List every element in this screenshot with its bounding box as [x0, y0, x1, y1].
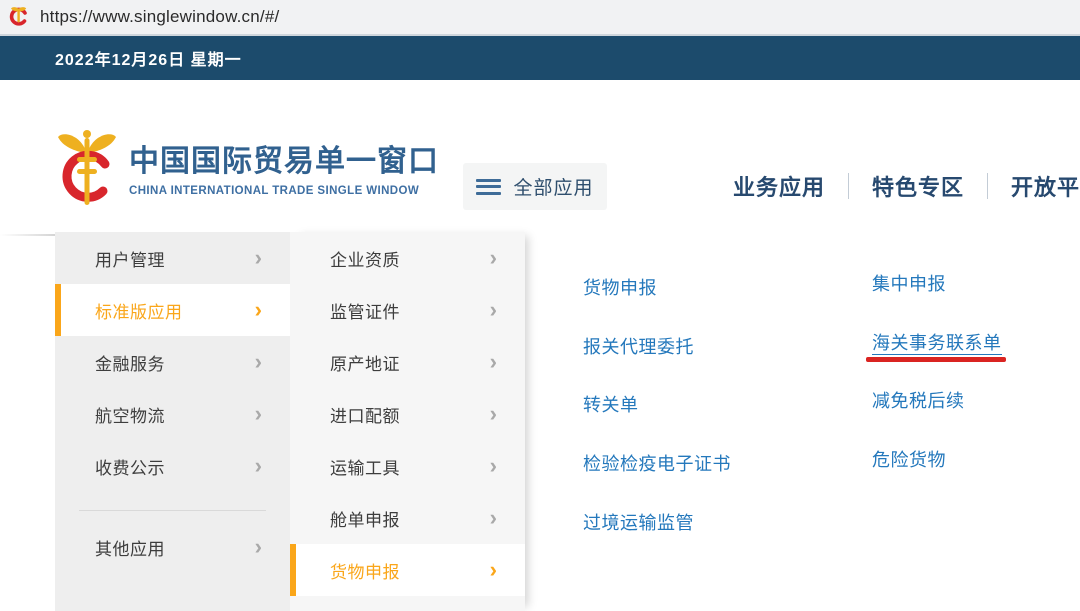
menu-level2-panel: 企业资质 › 监管证件 › 原产地证 › 进口配额 › 运输工具 › 舱单申报 …: [290, 232, 525, 611]
chevron-right-icon: ›: [490, 507, 497, 529]
hamburger-icon: [476, 175, 501, 198]
link-item: 集中申报: [872, 272, 1002, 296]
menu-item-transport-vehicles[interactable]: 运输工具 ›: [290, 440, 525, 492]
chevron-right-icon: ›: [490, 247, 497, 269]
link-centralized-declaration[interactable]: 集中申报: [872, 274, 946, 294]
link-inspection-quarantine-ecert[interactable]: 检验检疫电子证书: [583, 454, 731, 474]
url-text[interactable]: https://www.singlewindow.cn/#/: [40, 7, 279, 27]
link-tax-reduction-followup[interactable]: 减免税后续: [872, 391, 965, 411]
menu-item-label: 其他应用: [95, 535, 255, 560]
chevron-right-icon: ›: [490, 455, 497, 477]
nav-separator: [848, 173, 849, 199]
menu-level1-panel: 用户管理 › 标准版应用 › 金融服务 › 航空物流 › 收费公示 › 其他应用…: [55, 232, 290, 611]
link-dangerous-goods[interactable]: 危险货物: [872, 450, 946, 470]
menu-item-air-logistics[interactable]: 航空物流 ›: [55, 388, 290, 440]
site-favicon-icon: [8, 6, 30, 28]
link-item: 货物申报: [583, 276, 731, 300]
link-item: 报关代理委托: [583, 335, 731, 359]
chevron-right-icon: ›: [255, 299, 262, 321]
site-logo-link[interactable]: 中国国际贸易单一窗口 CHINA INTERNATIONAL TRADE SIN…: [55, 126, 439, 214]
menu-item-label: 企业资质: [330, 246, 490, 271]
active-indicator-bar: [55, 284, 61, 336]
logo-text: 中国国际贸易单一窗口 CHINA INTERNATIONAL TRADE SIN…: [129, 144, 439, 197]
menu-item-import-quota[interactable]: 进口配额 ›: [290, 388, 525, 440]
menu-item-label: 原产地证: [330, 350, 490, 375]
link-transit-form[interactable]: 转关单: [583, 395, 639, 415]
menu-item-financial-services[interactable]: 金融服务 ›: [55, 336, 290, 388]
menu-item-label: 监管证件: [330, 298, 490, 323]
link-item: 转关单: [583, 393, 731, 417]
chevron-right-icon: ›: [255, 351, 262, 373]
menu-item-label: 货物申报: [330, 558, 490, 583]
logo-emblem-icon: [55, 126, 119, 214]
link-customs-broker-delegation[interactable]: 报关代理委托: [583, 337, 694, 357]
nav-separator: [987, 173, 988, 199]
link-transit-transport-supervision[interactable]: 过境运输监管: [583, 513, 694, 533]
menu-item-label: 收费公示: [95, 454, 255, 479]
chevron-right-icon: ›: [255, 247, 262, 269]
chevron-right-icon: ›: [255, 536, 262, 558]
menu-item-label: 进口配额: [330, 402, 490, 427]
link-item: 危险货物: [872, 448, 1002, 472]
link-item: 检验检疫电子证书: [583, 452, 731, 476]
menu-item-certificate-of-origin[interactable]: 原产地证 ›: [290, 336, 525, 388]
chevron-right-icon: ›: [490, 351, 497, 373]
chevron-right-icon: ›: [490, 299, 497, 321]
menu-top-edge-line: [0, 234, 55, 236]
chevron-right-icon: ›: [490, 559, 497, 581]
red-underline-annotation: [866, 357, 1006, 362]
nav-item-business-apps[interactable]: 业务应用: [733, 170, 825, 202]
menu-item-manifest-declaration[interactable]: 舱单申报 ›: [290, 492, 525, 544]
chevron-right-icon: ›: [255, 403, 262, 425]
menu-item-label: 运输工具: [330, 454, 490, 479]
menu-item-label: 标准版应用: [95, 298, 255, 323]
menu-item-user-management[interactable]: 用户管理 ›: [55, 232, 290, 284]
logo-title-en: CHINA INTERNATIONAL TRADE SINGLE WINDOW: [129, 185, 439, 197]
menu-item-label: 舱单申报: [330, 506, 490, 531]
date-text: 2022年12月26日 星期一: [55, 46, 242, 70]
chevron-right-icon: ›: [490, 403, 497, 425]
menu-item-standard-apps[interactable]: 标准版应用 ›: [55, 284, 290, 336]
nav-item-special-zones[interactable]: 特色专区: [872, 170, 964, 202]
link-item: 减免税后续: [872, 389, 1002, 413]
page: https://www.singlewindow.cn/#/ 2022年12月2…: [0, 0, 1080, 611]
chevron-right-icon: ›: [255, 455, 262, 477]
menu-item-label: 用户管理: [95, 246, 255, 271]
menu-level3-left-column: 货物申报 报关代理委托 转关单 检验检疫电子证书 过境运输监管: [583, 276, 731, 569]
link-item: 过境运输监管: [583, 511, 731, 535]
menu-item-fee-publicity[interactable]: 收费公示 ›: [55, 440, 290, 492]
active-indicator-bar: [290, 544, 296, 596]
nav-item-open-platform[interactable]: 开放平台: [1011, 170, 1080, 202]
link-customs-affairs-contact-form[interactable]: 海关事务联系单: [872, 333, 1002, 355]
menu-item-cargo-declaration[interactable]: 货物申报 ›: [290, 544, 525, 596]
menu-item-regulatory-certificates[interactable]: 监管证件 ›: [290, 284, 525, 336]
link-item: 海关事务联系单: [872, 331, 1002, 355]
menu-item-other-apps[interactable]: 其他应用 ›: [55, 521, 290, 573]
all-apps-label: 全部应用: [513, 173, 593, 200]
all-apps-button[interactable]: 全部应用: [463, 163, 607, 210]
menu-item-label: 航空物流: [95, 402, 255, 427]
browser-address-bar[interactable]: https://www.singlewindow.cn/#/: [0, 0, 1080, 36]
menu-divider: [79, 510, 266, 511]
top-nav: 业务应用 特色专区 开放平台: [733, 170, 1080, 202]
logo-title-cn: 中国国际贸易单一窗口: [129, 144, 439, 180]
menu-item-enterprise-qualification[interactable]: 企业资质 ›: [290, 232, 525, 284]
menu-item-label: 金融服务: [95, 350, 255, 375]
date-bar: 2022年12月26日 星期一: [0, 36, 1080, 80]
menu-level3-right-column: 集中申报 海关事务联系单 减免税后续 危险货物: [872, 272, 1002, 507]
link-cargo-declaration[interactable]: 货物申报: [583, 278, 657, 298]
